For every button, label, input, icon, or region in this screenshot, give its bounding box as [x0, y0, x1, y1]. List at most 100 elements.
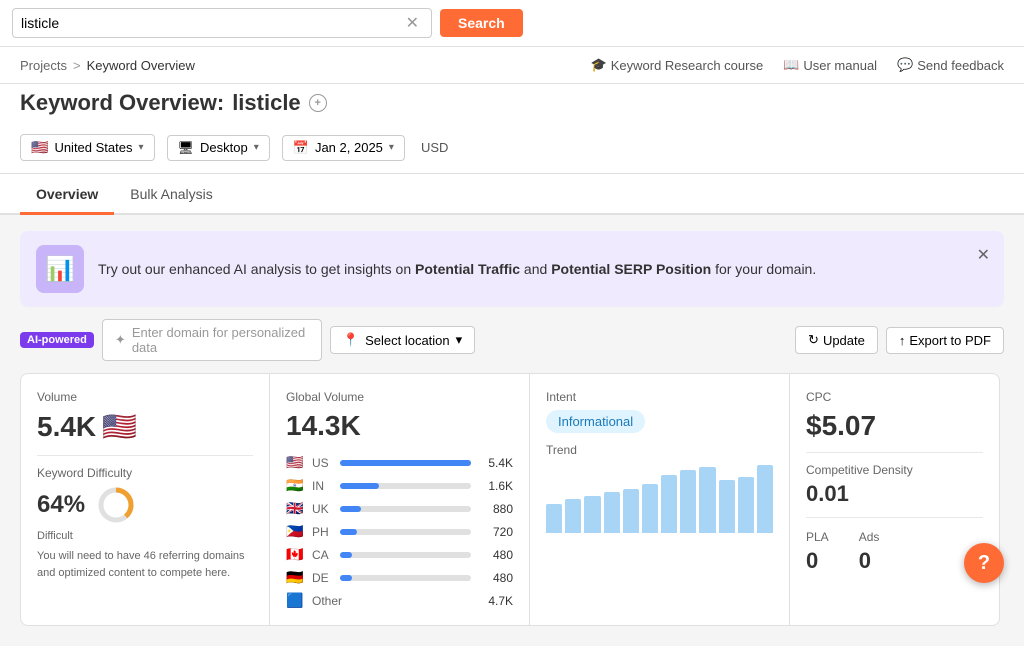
- breadcrumb: Projects > Keyword Overview: [20, 58, 195, 73]
- ai-banner-icon: 📊: [36, 245, 84, 293]
- us-flag-icon: 🇺🇸: [31, 139, 48, 156]
- global-volume-label: Global Volume: [286, 390, 513, 404]
- device-label: Desktop: [200, 140, 248, 155]
- location-label: United States: [54, 140, 132, 155]
- date-chevron-icon: ▾: [389, 142, 394, 153]
- comp-density-label: Competitive Density: [806, 463, 983, 477]
- trend-bar: [738, 477, 754, 533]
- domain-input[interactable]: ✦ Enter domain for personalized data: [102, 319, 322, 361]
- export-button[interactable]: ↑ Export to PDF: [886, 327, 1004, 354]
- volume-num: 480: [477, 548, 513, 562]
- volume-bar-wrap: [340, 529, 471, 535]
- ai-banner-text: Try out our enhanced AI analysis to get …: [98, 261, 988, 277]
- difficulty-desc: You will need to have 46 referring domai…: [37, 548, 253, 581]
- trend-bar: [642, 484, 658, 533]
- desktop-icon: 🖥: [178, 140, 195, 156]
- feedback-link-label: Send feedback: [917, 58, 1004, 73]
- help-button[interactable]: ?: [964, 543, 1004, 583]
- us-flag-small-icon: 🇺🇸: [102, 410, 137, 443]
- volume-num: 1.6K: [477, 479, 513, 493]
- date-filter[interactable]: 📅 Jan 2, 2025 ▾: [282, 135, 405, 161]
- volume-bar-wrap: [340, 460, 471, 466]
- country-flag-icon: 🇵🇭: [286, 523, 306, 540]
- tab-bulk-analysis[interactable]: Bulk Analysis: [114, 174, 228, 215]
- close-icon[interactable]: ✕: [977, 245, 990, 265]
- country-code: IN: [312, 479, 334, 493]
- pla-ads-row: PLA 0 Ads 0: [806, 530, 983, 574]
- intent-label: Intent: [546, 390, 773, 404]
- ads-item: Ads 0: [859, 530, 880, 574]
- breadcrumb-parent[interactable]: Projects: [20, 58, 67, 73]
- volume-value: 5.4K 🇺🇸: [37, 410, 253, 443]
- volume-num: 5.4K: [477, 456, 513, 470]
- course-link[interactable]: 🎓 Keyword Research course: [591, 57, 764, 73]
- pla-value: 0: [806, 548, 829, 574]
- donut-chart: [95, 484, 137, 526]
- feedback-link[interactable]: 💬 Send feedback: [897, 57, 1004, 73]
- country-flag-icon: 🇬🇧: [286, 500, 306, 517]
- info-icon[interactable]: +: [309, 94, 327, 112]
- trend-bar: [623, 489, 639, 533]
- trend-label: Trend: [546, 443, 773, 457]
- page-title-row: Keyword Overview: listicle +: [0, 84, 1024, 126]
- volume-num: 880: [477, 502, 513, 516]
- cpc-value: $5.07: [806, 410, 983, 442]
- volume-bar: [340, 529, 357, 535]
- book-icon: 📖: [783, 57, 799, 73]
- global-volume-row: 🇨🇦 CA 480: [286, 546, 513, 563]
- cpc-label: CPC: [806, 390, 983, 404]
- select-location-label: Select location: [365, 333, 450, 348]
- volume-bar: [340, 483, 379, 489]
- volume-num: 720: [477, 525, 513, 539]
- global-volume-value: 14.3K: [286, 410, 513, 442]
- global-volume-row: 🇺🇸 US 5.4K: [286, 454, 513, 471]
- search-input[interactable]: [21, 15, 406, 31]
- tab-overview[interactable]: Overview: [20, 174, 114, 215]
- cpc-card: CPC $5.07 Competitive Density 0.01 PLA 0…: [790, 373, 1000, 626]
- volume-bar-wrap: [340, 483, 471, 489]
- filters-row: 🇺🇸 United States ▾ 🖥 Desktop ▾ 📅 Jan 2, …: [0, 126, 1024, 174]
- select-location-button[interactable]: 📍 Select location ▾: [330, 326, 475, 354]
- location-filter[interactable]: 🇺🇸 United States ▾: [20, 134, 155, 161]
- domain-placeholder-text: Enter domain for personalized data: [132, 325, 309, 355]
- volume-bar-wrap: [340, 506, 471, 512]
- volume-bar-wrap: [340, 552, 471, 558]
- pla-label: PLA: [806, 530, 829, 544]
- header-links: 🎓 Keyword Research course 📖 User manual …: [591, 57, 1004, 73]
- pla-item: PLA 0: [806, 530, 829, 574]
- graduation-icon: 🎓: [591, 57, 607, 73]
- page-title: Keyword Overview: listicle +: [20, 90, 1004, 116]
- manual-link-label: User manual: [803, 58, 877, 73]
- header-nav: Projects > Keyword Overview 🎓 Keyword Re…: [0, 47, 1024, 84]
- currency-label: USD: [421, 140, 448, 155]
- country-code: DE: [312, 571, 334, 585]
- search-input-wrap: ✕: [12, 8, 432, 38]
- search-bar: ✕ Search: [0, 0, 1024, 47]
- device-chevron-icon: ▾: [254, 142, 259, 153]
- clear-icon[interactable]: ✕: [406, 13, 419, 33]
- trend-bar: [565, 499, 581, 533]
- country-code: PH: [312, 525, 334, 539]
- device-filter[interactable]: 🖥 Desktop ▾: [167, 135, 270, 161]
- controls-left: AI-powered ✦ Enter domain for personaliz…: [20, 319, 475, 361]
- trend-bar: [719, 480, 735, 533]
- update-label: Update: [823, 333, 865, 348]
- volume-bar: [340, 506, 361, 512]
- global-volume-row: 🇬🇧 UK 880: [286, 500, 513, 517]
- ads-value: 0: [859, 548, 880, 574]
- breadcrumb-separator: >: [73, 58, 81, 73]
- search-button[interactable]: Search: [440, 9, 523, 37]
- ai-banner-highlight1: Potential Traffic: [415, 261, 520, 277]
- manual-link[interactable]: 📖 User manual: [783, 57, 877, 73]
- trend-bar: [757, 465, 773, 533]
- ai-banner-text-before: Try out our enhanced AI analysis to get …: [98, 261, 415, 277]
- trend-bar: [680, 470, 696, 533]
- country-flag-icon: 🇮🇳: [286, 477, 306, 494]
- ai-badge: AI-powered: [20, 332, 94, 348]
- controls-row: AI-powered ✦ Enter domain for personaliz…: [0, 307, 1024, 373]
- trend-bar: [604, 492, 620, 533]
- volume-bar: [340, 552, 352, 558]
- comp-density-value: 0.01: [806, 481, 983, 507]
- update-button[interactable]: ↻ Update: [795, 326, 878, 354]
- ai-banner-text-after: for your domain.: [711, 261, 816, 277]
